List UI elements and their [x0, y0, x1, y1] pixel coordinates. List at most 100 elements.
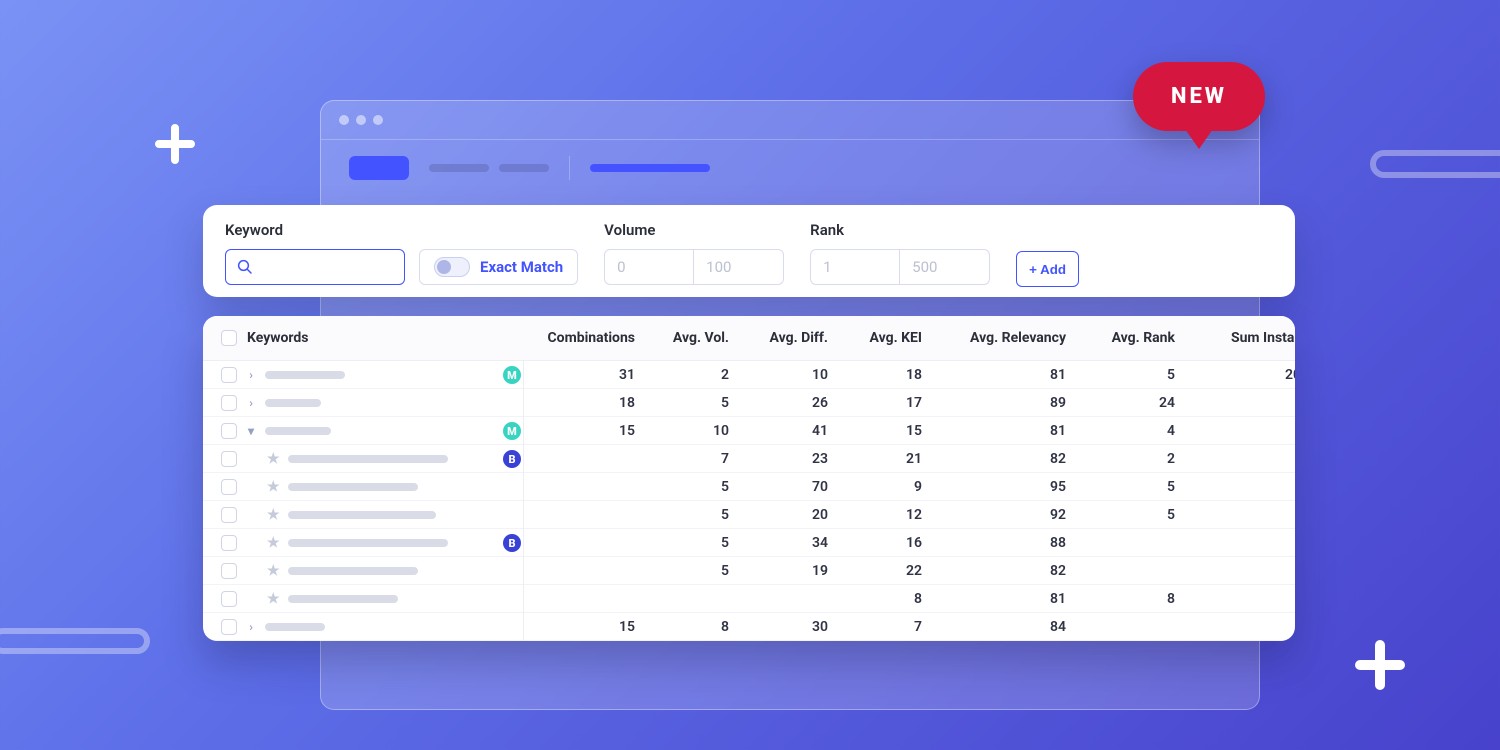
cell-avg-relevancy: 89 — [926, 395, 1066, 411]
table-row[interactable]: ★520129250 — [203, 501, 1295, 529]
cell-avg-vol: 10 — [639, 423, 729, 439]
row-checkbox[interactable] — [221, 507, 237, 523]
cell-avg-relevancy: 82 — [926, 451, 1066, 467]
table-row[interactable]: ›M3121018815200 — [203, 361, 1295, 389]
rank-label: Rank — [810, 221, 990, 239]
col-header-sum-installs[interactable]: Sum Installs — [1179, 330, 1295, 346]
badge-b: B — [503, 534, 521, 552]
chevron-down-icon[interactable]: ▾ — [245, 424, 257, 438]
col-header-avg-kei[interactable]: Avg. KEI — [832, 330, 922, 346]
rank-max-input[interactable]: 500 — [900, 249, 990, 285]
table-row[interactable]: ★B53416880 — [203, 529, 1295, 557]
cell-sum-installs: 0 — [1179, 479, 1295, 495]
table-row[interactable]: ▾M151041158146 — [203, 417, 1295, 445]
star-icon[interactable]: ★ — [267, 535, 280, 551]
table-row[interactable]: ›15830784 — [203, 613, 1295, 641]
cell-avg-relevancy: 84 — [926, 619, 1066, 635]
toggle-switch[interactable] — [434, 257, 470, 277]
select-all-checkbox[interactable] — [221, 330, 237, 346]
cell-avg-vol: 5 — [639, 563, 729, 579]
cell-avg-vol: 5 — [639, 479, 729, 495]
row-checkbox[interactable] — [221, 535, 237, 551]
col-header-avg-relevancy[interactable]: Avg. Relevancy — [926, 330, 1066, 346]
table-row[interactable]: ★51922820 — [203, 557, 1295, 585]
row-checkbox[interactable] — [221, 451, 237, 467]
cell-sum-installs: 0 — [1179, 563, 1295, 579]
row-checkbox[interactable] — [221, 367, 237, 383]
cell-avg-vol: 2 — [639, 367, 729, 383]
keyword-search-input[interactable] — [225, 249, 405, 285]
cell-avg-rank: 8 — [1070, 591, 1175, 607]
chevron-right-icon[interactable]: › — [245, 368, 257, 382]
keyword-placeholder — [288, 483, 418, 491]
volume-min-input[interactable]: 0 — [604, 249, 694, 285]
cell-avg-relevancy: 92 — [926, 507, 1066, 523]
col-header-keywords[interactable]: Keywords — [221, 330, 521, 346]
exact-match-label: Exact Match — [480, 258, 563, 276]
table-body: ›M3121018815200›185261789240▾M1510411581… — [203, 361, 1295, 641]
row-checkbox[interactable] — [221, 591, 237, 607]
add-filter-button[interactable]: + Add — [1016, 251, 1079, 287]
table-row[interactable]: ★B723218226 — [203, 445, 1295, 473]
star-icon[interactable]: ★ — [267, 479, 280, 495]
star-icon[interactable]: ★ — [267, 451, 280, 467]
window-dot — [356, 115, 366, 125]
star-icon[interactable]: ★ — [267, 563, 280, 579]
cell-avg-diff: 10 — [733, 367, 828, 383]
table-row[interactable]: ›185261789240 — [203, 389, 1295, 417]
volume-label: Volume — [604, 221, 784, 239]
cell-avg-kei: 18 — [832, 367, 922, 383]
keyword-cell: ›M — [221, 366, 521, 384]
row-checkbox[interactable] — [221, 479, 237, 495]
col-header-avg-diff[interactable]: Avg. Diff. — [733, 330, 828, 346]
row-checkbox[interactable] — [221, 423, 237, 439]
cell-combinations: 15 — [525, 619, 635, 635]
keyword-filter-group: Keyword Exact Match — [225, 221, 578, 285]
row-checkbox[interactable] — [221, 563, 237, 579]
keyword-cell: ★ — [221, 479, 521, 495]
cell-avg-rank: 5 — [1070, 507, 1175, 523]
cell-sum-installs: 200 — [1179, 367, 1295, 383]
row-checkbox[interactable] — [221, 395, 237, 411]
rank-min-input[interactable]: 1 — [810, 249, 900, 285]
cell-avg-diff: 23 — [733, 451, 828, 467]
chevron-right-icon[interactable]: › — [245, 396, 257, 410]
volume-max-input[interactable]: 100 — [694, 249, 784, 285]
cell-sum-installs: 6 — [1179, 423, 1295, 439]
keyword-cell: ★ — [221, 507, 521, 523]
cell-avg-relevancy: 81 — [926, 591, 1066, 607]
filter-panel: Keyword Exact Match Volume 0 100 Rank 1 … — [203, 205, 1295, 297]
keyword-placeholder — [288, 511, 436, 519]
star-icon[interactable]: ★ — [267, 507, 280, 523]
cell-combinations: 31 — [525, 367, 635, 383]
cell-avg-vol: 8 — [639, 619, 729, 635]
star-icon[interactable]: ★ — [267, 591, 280, 607]
cell-avg-diff: 20 — [733, 507, 828, 523]
keyword-cell: ★ — [221, 563, 521, 579]
col-header-combinations[interactable]: Combinations — [525, 330, 635, 346]
badge-b: B — [503, 450, 521, 468]
col-header-avg-vol[interactable]: Avg. Vol. — [639, 330, 729, 346]
table-row[interactable]: ★88180 — [203, 585, 1295, 613]
cell-avg-diff: 30 — [733, 619, 828, 635]
pill-decoration — [0, 628, 150, 654]
cell-avg-diff: 70 — [733, 479, 828, 495]
row-checkbox[interactable] — [221, 619, 237, 635]
col-header-avg-rank[interactable]: Avg. Rank — [1070, 330, 1175, 346]
bg-tab-active — [349, 156, 409, 180]
chevron-right-icon[interactable]: › — [245, 620, 257, 634]
table-row[interactable]: ★57099550 — [203, 473, 1295, 501]
keyword-placeholder — [288, 595, 398, 603]
exact-match-toggle[interactable]: Exact Match — [419, 249, 578, 285]
keyword-label: Keyword — [225, 221, 578, 239]
badge-m: M — [503, 366, 521, 384]
plus-icon — [1355, 640, 1405, 690]
plus-icon — [155, 124, 195, 164]
keyword-placeholder — [265, 623, 325, 631]
keyword-cell: ★ — [221, 591, 521, 607]
window-dot — [373, 115, 383, 125]
search-icon — [236, 258, 254, 276]
cell-avg-kei: 17 — [832, 395, 922, 411]
keyword-placeholder — [265, 371, 345, 379]
cell-avg-kei: 21 — [832, 451, 922, 467]
